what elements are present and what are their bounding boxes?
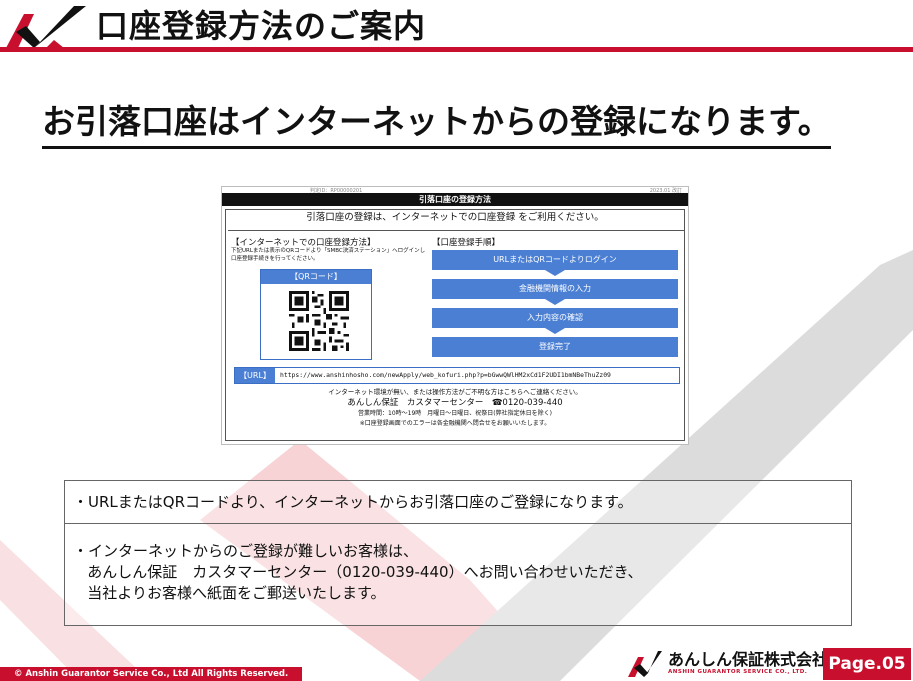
page-number: Page.05 bbox=[823, 648, 911, 680]
note-line: ・インターネットからのご登録が難しいお客様は、 bbox=[73, 542, 419, 560]
document-title: 引落口座の登録方法 bbox=[222, 193, 688, 206]
notes-box: ・URLまたはQRコードより、インターネットからお引落口座のご登録になります。 … bbox=[64, 480, 852, 626]
page-title: 口座登録方法のご案内 bbox=[96, 7, 427, 45]
qr-code-icon[interactable] bbox=[289, 288, 349, 354]
document-intro: 引落口座の登録は、インターネットでの口座登録 をご利用ください。 bbox=[306, 212, 604, 223]
step-complete: 登録完了 bbox=[432, 337, 678, 357]
company-name: あんしん保証株式会社 bbox=[668, 650, 829, 669]
note-line: あんしん保証 カスタマーセンター（0120-039-440）へお問い合わせいただ… bbox=[73, 563, 643, 581]
business-hours: 営業時間：10時～19時 月曜日～日曜日、祝祭日(弊社指定休日を除く) bbox=[358, 410, 552, 417]
contact-info: インターネット環境が無い、または操作方法がご不明な方はこちらへご連絡ください。 … bbox=[222, 387, 688, 429]
company-logo-icon bbox=[628, 651, 662, 677]
step-login: URLまたはQRコードよりログイン bbox=[432, 250, 678, 276]
headline: お引落口座はインターネットからの登録になります。 bbox=[42, 98, 831, 149]
company-name-en: ANSHIN GUARANTOR SERVICE CO., LTD. bbox=[668, 669, 808, 675]
registration-steps: URLまたはQRコードよりログイン 金融機関情報の入力 入力内容の確認 登録完了 bbox=[432, 250, 678, 366]
registration-guide-document: 判定ID：RP00000201 2023.01 改訂 引落口座の登録方法 引落口… bbox=[221, 186, 689, 445]
qr-code-box: 【QRコード】 bbox=[260, 269, 372, 360]
url-label: 【URL】 bbox=[235, 368, 275, 383]
step-bank-info: 金融機関情報の入力 bbox=[432, 279, 678, 305]
header-divider bbox=[0, 47, 913, 52]
copyright: © Anshin Guarantor Service Co., Ltd All … bbox=[0, 667, 302, 681]
note-paper-request: ・インターネットからのご登録が難しいお客様は、 あんしん保証 カスタマーセンター… bbox=[73, 541, 643, 604]
contact-center: あんしん保証 カスタマーセンター ☎0120-039-440 bbox=[347, 398, 563, 408]
url-row: 【URL】 https://www.anshinhosho.com/newApp… bbox=[234, 367, 680, 384]
header: 口座登録方法のご案内 bbox=[0, 0, 913, 52]
note-line: 当社よりお客様へ紙面をご郵送いたします。 bbox=[73, 584, 386, 602]
registration-url-link[interactable]: https://www.anshinhosho.com/newApply/web… bbox=[280, 368, 611, 383]
error-note: ※口座登録画面でのエラーは各金融機関へ問合せをお願いいたします。 bbox=[359, 420, 551, 427]
document-divider bbox=[228, 230, 684, 231]
qr-code-label: 【QRコード】 bbox=[261, 270, 371, 284]
step-confirm: 入力内容の確認 bbox=[432, 308, 678, 334]
note-url-registration: ・URLまたはQRコードより、インターネットからお引落口座のご登録になります。 bbox=[65, 481, 851, 524]
contact-note: インターネット環境が無い、または操作方法がご不明な方はこちらへご連絡ください。 bbox=[328, 388, 582, 396]
registration-steps-title: 【口座登録手順】 bbox=[432, 238, 501, 248]
internet-registration-desc: 下記URLまたは表示のQRコードより「SMBC決済ステーション」へログインし口座… bbox=[231, 248, 426, 262]
brand-check-logo-icon bbox=[6, 6, 86, 48]
